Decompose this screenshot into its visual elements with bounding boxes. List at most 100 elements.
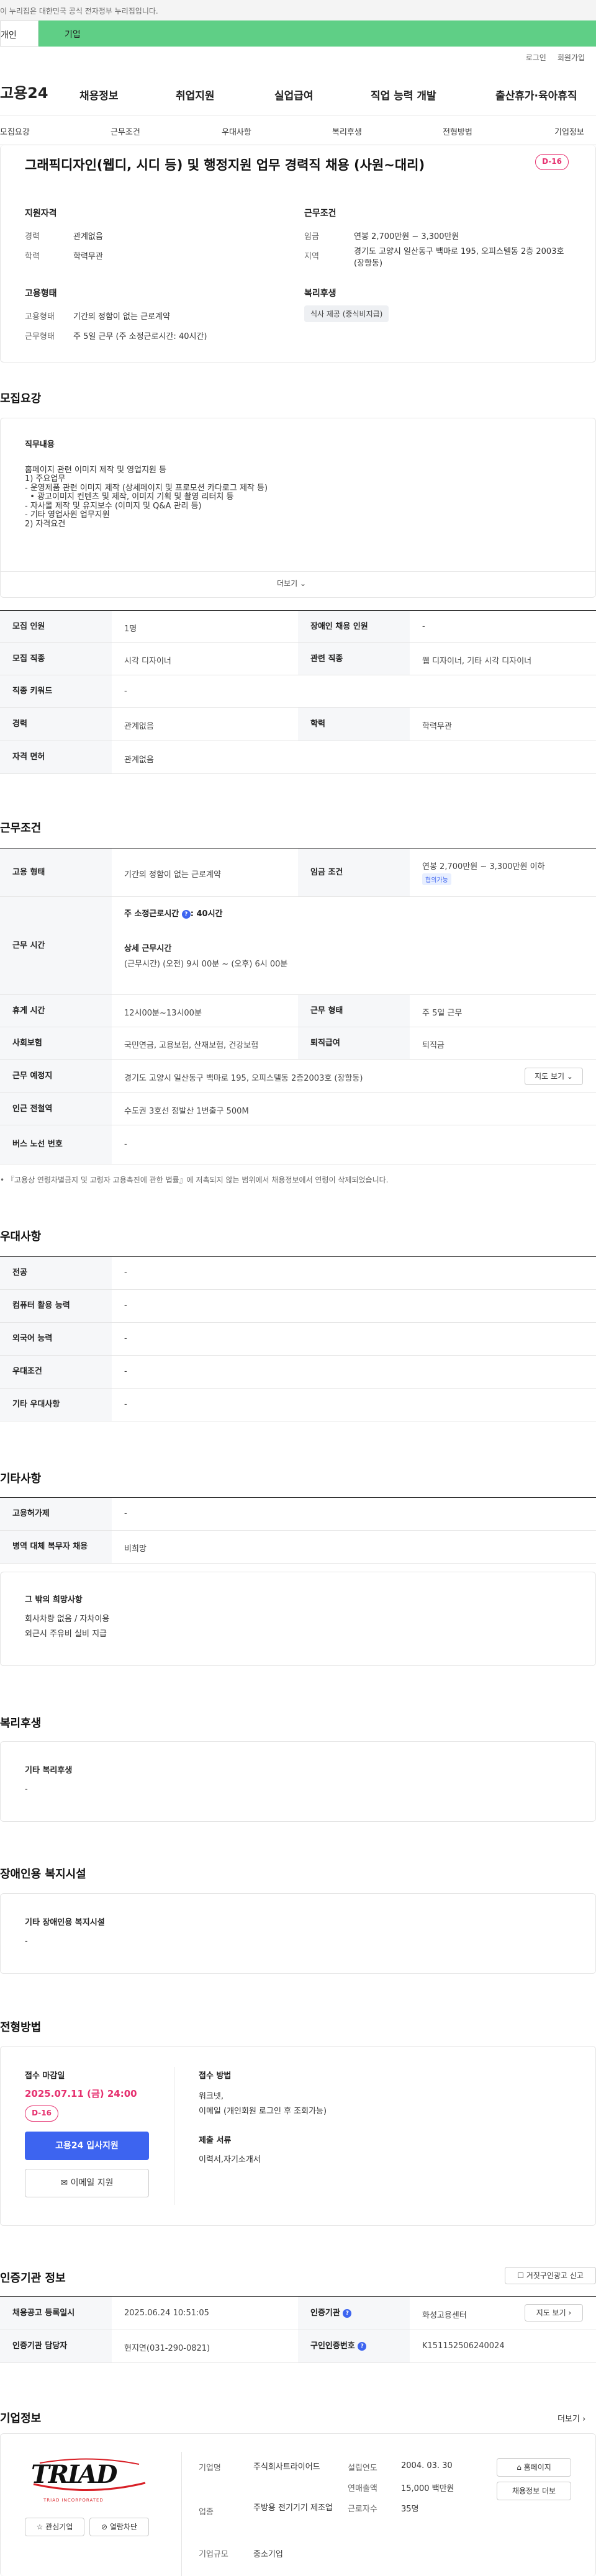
divider (181, 2452, 182, 2576)
cell-value: - (422, 622, 425, 631)
job-title: 그래픽디자인(웹디, 시디 등) 및 행정지원 업무 경력직 채용 (사원~대리… (25, 158, 425, 173)
welfare-title: 복리후생 (304, 289, 336, 299)
duty-line: - 운영제품 관련 이미지 제작 (상세페이지 및 프로모션 카다로그 제작 등… (25, 483, 268, 493)
company-title: 기업정보 (0, 2412, 42, 2425)
industry-label: 업종 (199, 2508, 214, 2517)
report-button[interactable]: ☐ 거짓구인광고 신고 (505, 2267, 596, 2284)
info-icon[interactable]: ? (358, 2341, 367, 2351)
user-type-tabs: 개인 기업 (0, 20, 596, 47)
etc-box-title: 그 밖의 희망사항 (25, 1595, 83, 1605)
cell-label: 구인인증번호 ? (298, 2330, 410, 2362)
recruit-title: 모집요강 (0, 392, 42, 405)
pref-title: 우대사항 (0, 1230, 42, 1243)
favorite-button[interactable]: ☆ 관심기업 (25, 2518, 84, 2536)
gnb-leave[interactable]: 출산휴가·육아휴직 (495, 87, 577, 102)
svg-text:TRIAD: TRIAD (31, 2460, 118, 2489)
size-label: 기업규모 (199, 2550, 228, 2559)
cell-value: 경기도 고양시 일산동구 백마로 195, 오피스텔동 2층2003호 (장항동… (124, 1074, 363, 1083)
tab-company[interactable]: 기업 (38, 20, 596, 47)
triad-logo-icon: TRIAD (31, 2458, 146, 2491)
cell-label: 채용공고 등록일시 (0, 2297, 112, 2330)
cell-value: - (124, 1140, 127, 1149)
etc-box-line: 외근시 주유비 실비 지급 (25, 1629, 107, 1639)
block-label: 열람차단 (109, 2523, 138, 2531)
tab-personal[interactable]: 개인 (0, 20, 38, 47)
cell-label: 컴퓨터 활용 능력 (0, 1290, 112, 1322)
gnb-employment[interactable]: 취업지원 (176, 87, 215, 102)
anchor-process[interactable]: 전형방법 (443, 125, 472, 137)
org-label: 인증기관 (310, 2308, 340, 2318)
map-button[interactable]: 지도 보기 ⌄ (525, 1068, 583, 1085)
id-label: 구인인증번호 (310, 2341, 355, 2351)
anchor-conditions[interactable]: 근무조건 (111, 125, 140, 137)
disab-box-value: - (25, 1937, 28, 1946)
chevron-down-icon: ⌄ (566, 1072, 573, 1081)
cell-label: 인증기관 담당자 (0, 2330, 112, 2362)
cell-value: 1명 (124, 624, 137, 634)
info-icon[interactable]: ? (343, 2308, 352, 2318)
est-value: 2004. 03. 30 (401, 2461, 453, 2470)
weekly-hours-label: 주 소정근로시간 (124, 909, 179, 919)
welfare-box-title: 기타 복리후생 (25, 1766, 73, 1775)
cell-value: - (124, 1367, 127, 1376)
anchor-welfare[interactable]: 복리후생 (332, 125, 362, 137)
apply-button[interactable]: 고용24 입사지원 (25, 2132, 149, 2160)
cell-label: 휴게 시간 (0, 995, 112, 1027)
signup-link[interactable]: 회원가입 (558, 53, 585, 62)
site-logo[interactable]: 고용24 (0, 81, 48, 102)
etc-title: 기타사항 (0, 1472, 42, 1485)
disab-title: 장애인용 복지시설 (0, 1868, 86, 1881)
cell-label: 장애인 채용 인원 (298, 611, 410, 642)
negotiable-tag: 협의가능 (422, 873, 451, 885)
cell-label: 모집 인원 (0, 611, 112, 642)
email-apply-button[interactable]: ✉ 이메일 지원 (25, 2169, 149, 2197)
block-button[interactable]: ⊘ 열람차단 (89, 2518, 149, 2536)
gnb-benefit[interactable]: 실업급여 (274, 87, 314, 102)
cell-label: 고용허가제 (0, 1498, 112, 1530)
anchor-preference[interactable]: 우대사항 (222, 125, 251, 137)
cell-label: 경력 (0, 708, 112, 741)
login-link[interactable]: 로그인 (526, 53, 546, 62)
star-icon: ☆ (36, 2523, 43, 2531)
cell-label: 모집 직종 (0, 643, 112, 675)
age-note: • 『고용상 연령차별금지 및 고령자 고용촉진에 관한 법률』에 저촉되지 않… (0, 1176, 389, 1184)
emp-value: 기간의 정함이 없는 근로계약 (73, 312, 170, 322)
work-value: 주 5일 근무 (주 소정근로시간: 40시간) (73, 332, 207, 341)
company-logo-sub: TRIAD INCORPORATED (43, 2498, 104, 2503)
cell-value: - (124, 687, 127, 696)
gov-banner-text: 이 누리집은 대한민국 공식 전자정부 누리집입니다. (0, 7, 158, 16)
info-icon[interactable]: ? (181, 909, 191, 919)
staff-value: 35명 (401, 2505, 419, 2514)
map-button[interactable]: 지도 보기 › (525, 2304, 583, 2322)
block-icon: ⊘ (101, 2523, 108, 2531)
cell-label: 버스 노선 번호 (0, 1125, 112, 1164)
anchor-company[interactable]: 기업정보 (554, 125, 584, 137)
envelope-icon: ✉ (60, 2178, 68, 2188)
etc-box-line: 회사차량 없음 / 자차이용 (25, 1615, 110, 1624)
deadline-value: 2025.07.11 (금) 24:00 (25, 2088, 137, 2099)
cell-value: 관계없음 (124, 722, 154, 731)
cell-label: 외국어 능력 (0, 1323, 112, 1355)
company-more-link[interactable]: 더보기 › (558, 2412, 585, 2424)
cell-label: 인증기관 ? (298, 2297, 410, 2330)
more-button[interactable]: 더보기 ⌄ (277, 578, 306, 588)
other-jobs-button[interactable]: 채용정보 더보 (497, 2482, 571, 2500)
duty-line: - 자사몰 제작 및 유지보수 (이미지 및 Q&A 관리 등) (25, 501, 202, 511)
gov-banner: 이 누리집은 대한민국 공식 전자정부 누리집입니다. (0, 0, 596, 20)
area-value: 경기도 고양시 일산동구 백마로 195, 오피스텔동 2층 2003호 (장항… (354, 247, 564, 268)
cell-value: 화성고용센터 (422, 2311, 467, 2320)
homepage-button[interactable]: ⌂ 홈페이지 (497, 2458, 571, 2477)
gnb-training[interactable]: 직업 능력 개발 (371, 87, 436, 102)
email-apply-label: 이메일 지원 (70, 2178, 114, 2188)
cell-label: 퇴직급여 (298, 1027, 410, 1059)
cell-value: 학력무관 (422, 722, 452, 731)
emp-label: 고용형태 (25, 312, 55, 322)
anchor-recruit[interactable]: 모집요강 (0, 125, 30, 137)
cell-value: 국민연금, 고용보험, 산재보험, 건강보험 (124, 1041, 259, 1050)
dday-badge: D-16 (535, 154, 569, 170)
gnb-jobs[interactable]: 채용정보 (79, 87, 119, 102)
cell-label: 근무 예정지 (0, 1060, 112, 1092)
favorite-label: 관심기업 (45, 2523, 73, 2531)
cell-label: 학력 (298, 708, 410, 741)
welfare-pill: 식사 제공 (중식비지급) (304, 305, 389, 322)
